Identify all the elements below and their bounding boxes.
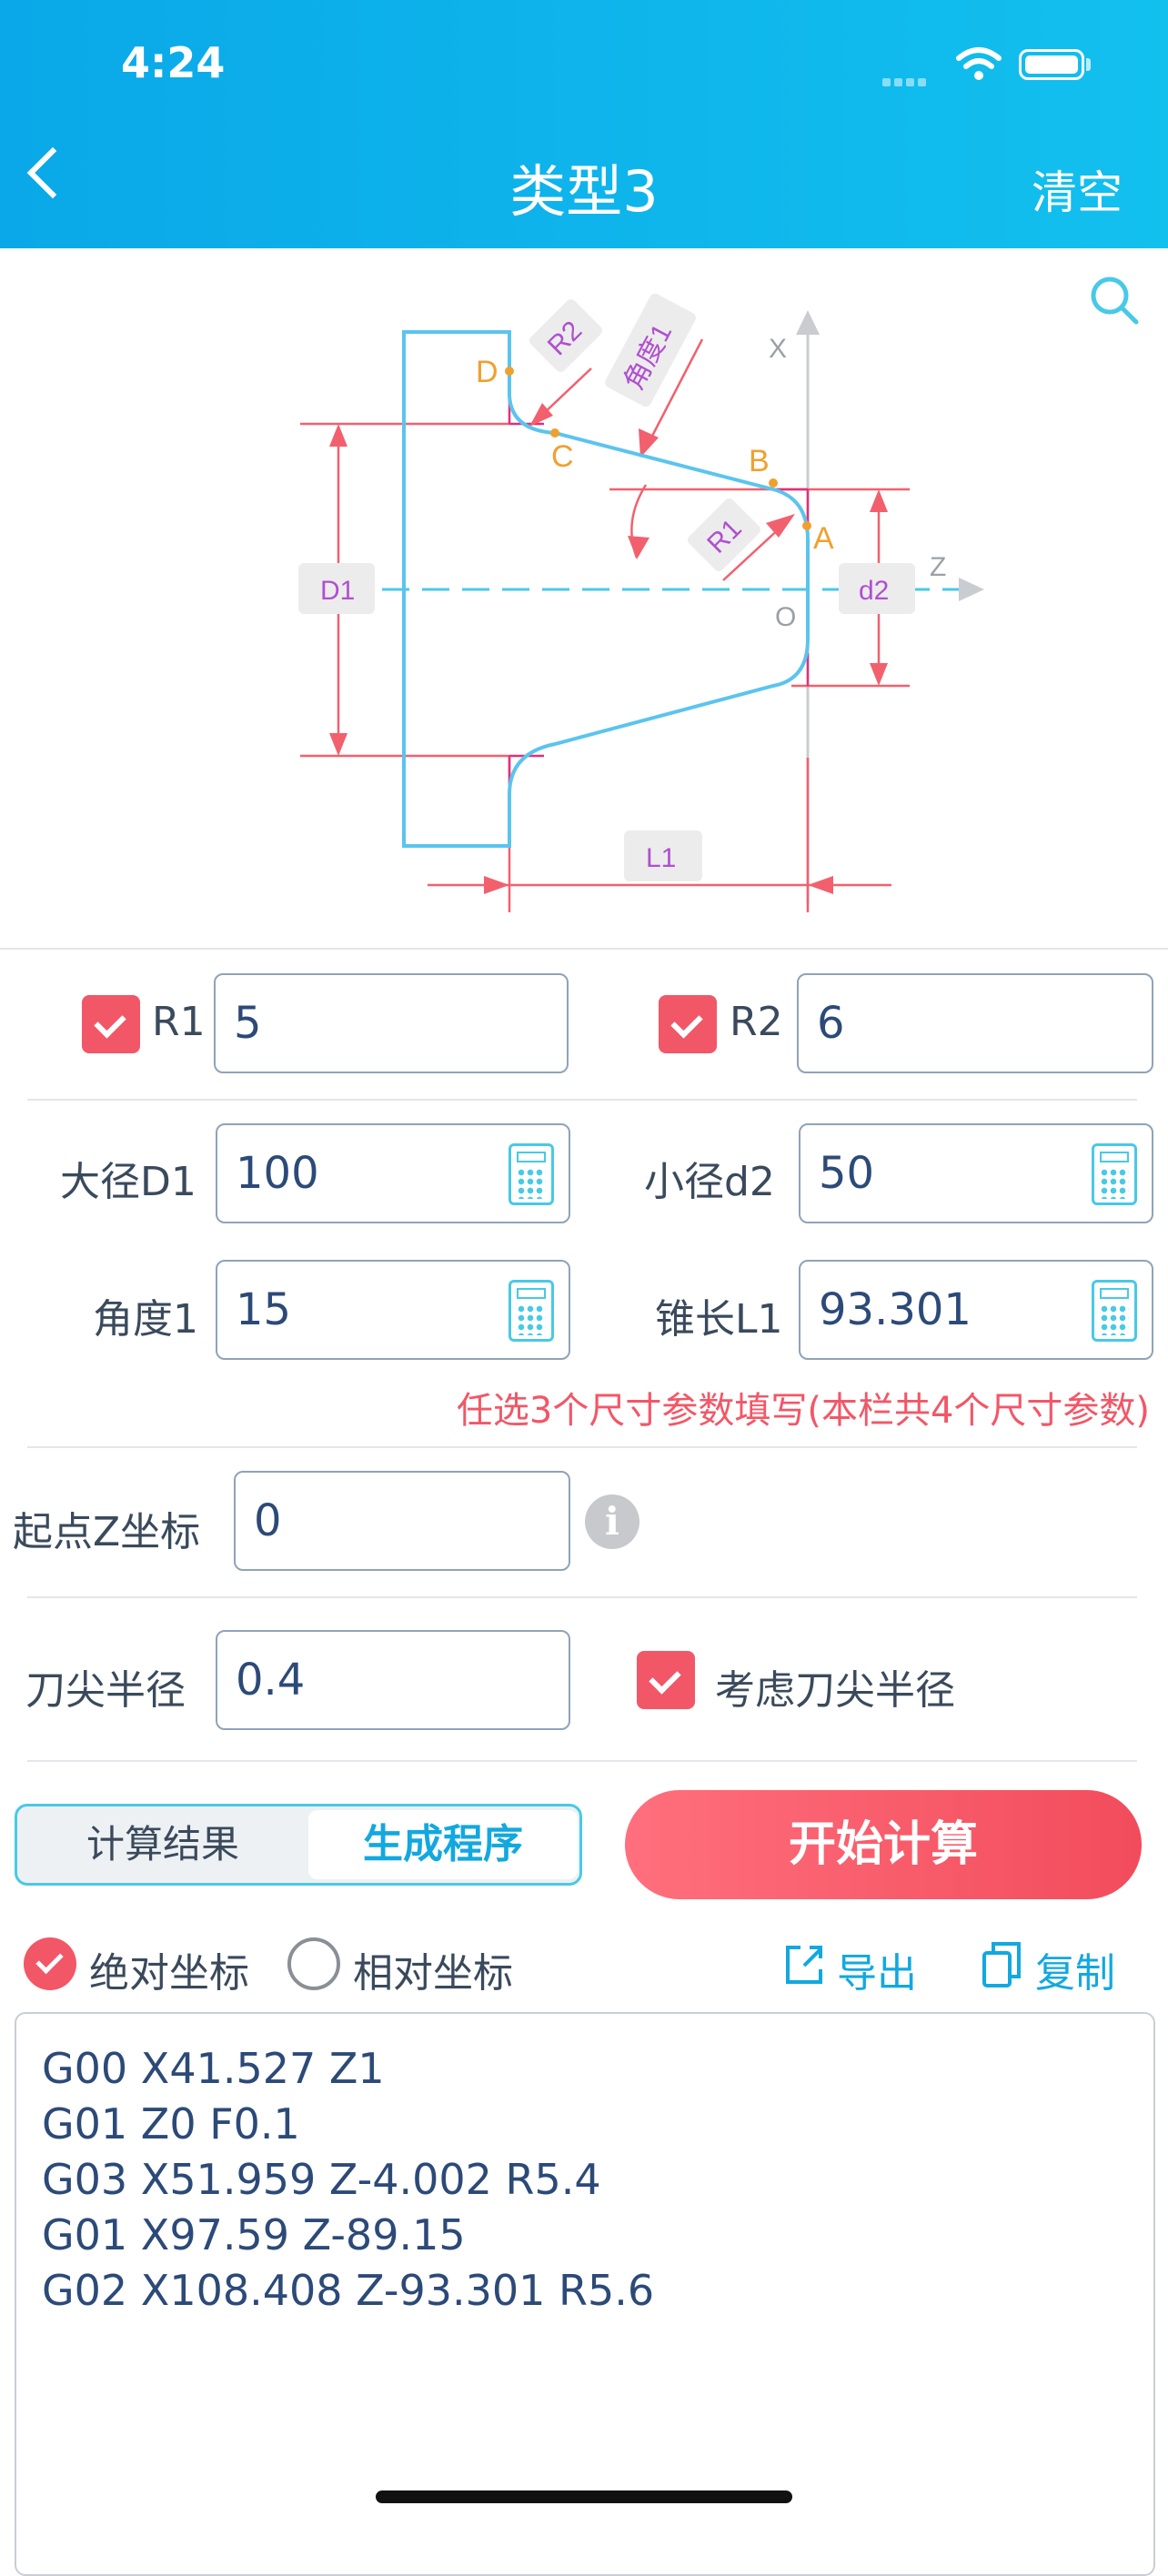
d1-label: 大径D1 bbox=[60, 1159, 196, 1205]
navigation-bar: 4:24 类型3 清空 bbox=[0, 0, 1168, 248]
wifi-icon bbox=[956, 47, 1002, 80]
export-button[interactable]: 导出 bbox=[837, 1940, 917, 1998]
consider-radius-checkbox[interactable] bbox=[637, 1651, 695, 1709]
consider-radius-label: 考虑刀尖半径 bbox=[715, 1667, 955, 1714]
copy-icon[interactable] bbox=[981, 1940, 1024, 1989]
origin-label: O bbox=[775, 602, 796, 632]
parameter-hint: 任选3个尺寸参数填写(本栏共4个尺寸参数) bbox=[456, 1390, 1150, 1432]
calculator-icon[interactable] bbox=[508, 1143, 554, 1205]
tab-program[interactable]: 生成程序 bbox=[308, 1810, 578, 1879]
d1-input[interactable]: 100 bbox=[216, 1123, 570, 1223]
r2-input[interactable]: 6 bbox=[797, 973, 1153, 1073]
point-c-label: C bbox=[551, 439, 574, 474]
d2-label: 小径d2 bbox=[644, 1159, 775, 1205]
angle1-input[interactable]: 15 bbox=[216, 1260, 570, 1360]
page-title: 类型3 bbox=[509, 158, 659, 225]
start-calculation-button[interactable]: 开始计算 bbox=[625, 1790, 1142, 1899]
d1-tag: D1 bbox=[320, 576, 355, 606]
relative-radio[interactable] bbox=[287, 1937, 340, 1990]
info-icon[interactable]: i bbox=[585, 1494, 639, 1549]
r1-label: R1 bbox=[152, 999, 206, 1045]
point-b-label: B bbox=[749, 444, 770, 478]
tool-radius-label: 刀尖半径 bbox=[25, 1667, 186, 1714]
absolute-label[interactable]: 绝对坐标 bbox=[89, 1940, 249, 1998]
copy-button[interactable]: 复制 bbox=[1035, 1940, 1115, 1998]
tab-result[interactable]: 计算结果 bbox=[17, 1806, 308, 1883]
program-line: G02 X108.408 Z-93.301 R5.6 bbox=[42, 2266, 655, 2315]
r1-input[interactable]: 5 bbox=[214, 973, 569, 1073]
profile-diagram: X Z O D C B A D1 d2 L1 R2 R1 角度1 bbox=[298, 293, 984, 912]
signal-icon bbox=[882, 73, 930, 90]
export-icon[interactable] bbox=[782, 1942, 826, 1987]
start-z-label: 起点Z坐标 bbox=[13, 1509, 201, 1555]
calculator-icon[interactable] bbox=[508, 1280, 554, 1342]
axis-z-label: Z bbox=[930, 552, 946, 582]
d2-input[interactable]: 50 bbox=[799, 1123, 1153, 1223]
clear-button[interactable]: 清空 bbox=[1032, 156, 1123, 222]
absolute-radio[interactable] bbox=[24, 1937, 76, 1990]
program-line: G00 X41.527 Z1 bbox=[42, 2044, 385, 2093]
status-time: 4:24 bbox=[121, 38, 226, 87]
r2-checkbox[interactable] bbox=[659, 995, 717, 1053]
axis-x-label: X bbox=[769, 334, 787, 364]
r2-label: R2 bbox=[730, 999, 783, 1045]
tool-radius-input[interactable]: 0.4 bbox=[216, 1630, 570, 1730]
start-z-input[interactable]: 0 bbox=[234, 1471, 570, 1571]
angle1-label: 角度1 bbox=[93, 1296, 198, 1343]
l1-label: 锥长L1 bbox=[655, 1296, 783, 1343]
point-d-label: D bbox=[476, 355, 498, 389]
calculator-icon[interactable] bbox=[1092, 1143, 1137, 1205]
home-indicator bbox=[376, 2490, 792, 2503]
r1-checkbox[interactable] bbox=[82, 995, 140, 1053]
result-tabs: 计算结果 生成程序 bbox=[15, 1804, 582, 1886]
point-a-label: A bbox=[813, 521, 834, 556]
program-line: G01 X97.59 Z-89.15 bbox=[42, 2210, 466, 2259]
relative-label[interactable]: 相对坐标 bbox=[353, 1940, 513, 1998]
calculator-icon[interactable] bbox=[1092, 1280, 1137, 1342]
program-line: G01 Z0 F0.1 bbox=[42, 2099, 300, 2148]
l1-input[interactable]: 93.301 bbox=[799, 1260, 1153, 1360]
battery-icon bbox=[1019, 49, 1084, 80]
program-line: G03 X51.959 Z-4.002 R5.4 bbox=[42, 2155, 601, 2204]
l1-tag: L1 bbox=[646, 843, 676, 873]
d2-tag: d2 bbox=[859, 576, 889, 606]
search-icon[interactable] bbox=[1087, 273, 1142, 327]
